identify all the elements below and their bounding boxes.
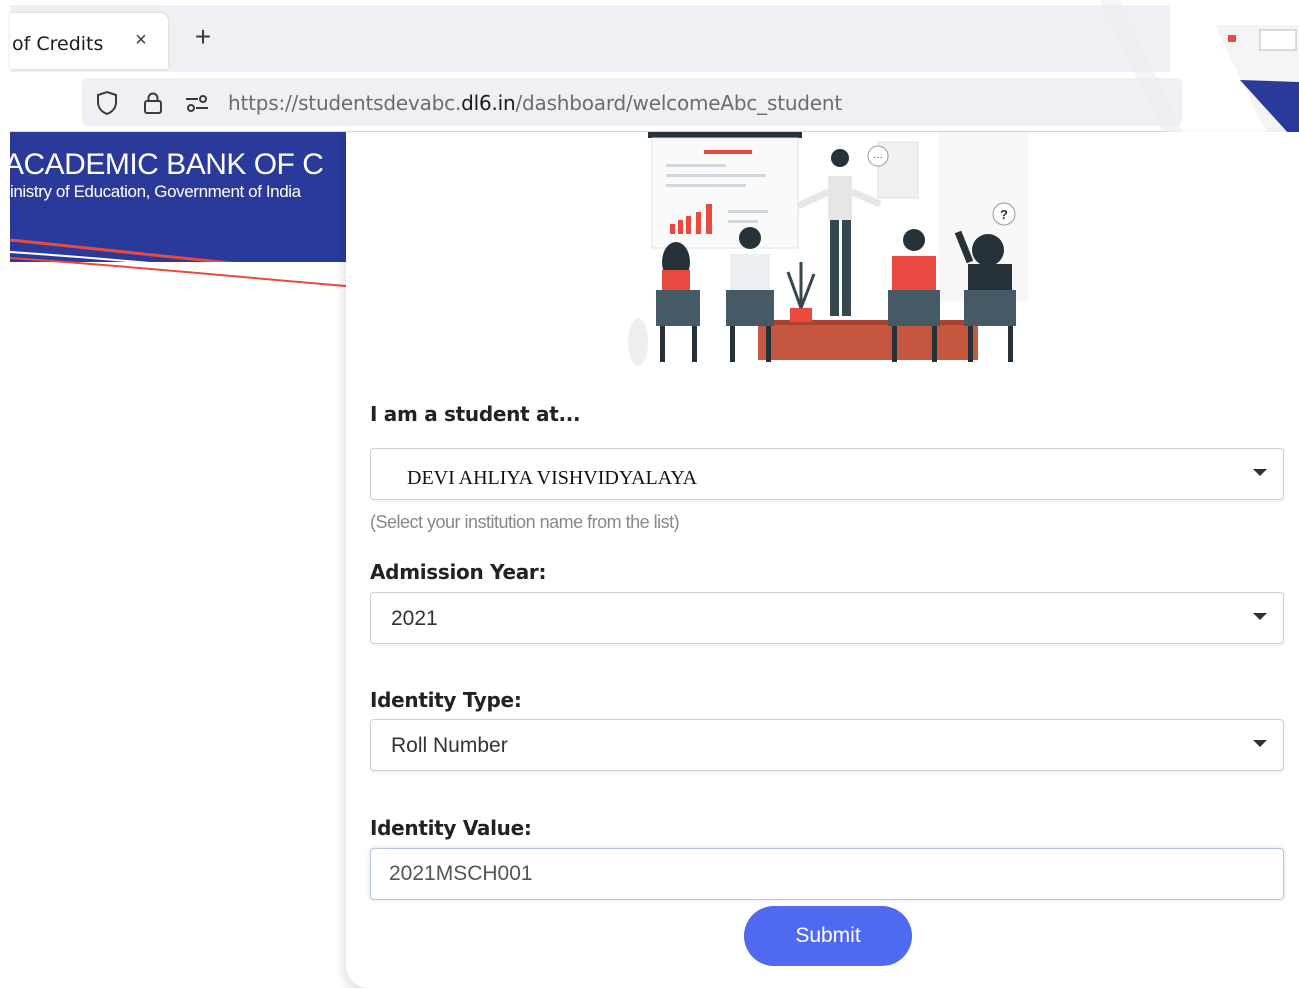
institution-hint: (Select your institution name from the l… [370, 512, 680, 532]
browser-nav-bar: https://studentsdevabc.dl6.in/dashboard/… [10, 72, 1182, 132]
url-text[interactable]: https://studentsdevabc.dl6.in/dashboard/… [228, 91, 842, 115]
browser-tab[interactable]: of Credits × [10, 13, 168, 69]
identity-value-label: Identity Value: [370, 816, 532, 840]
svg-text:···: ··· [873, 152, 883, 163]
browser-tab-bar: of Credits × + [10, 5, 1170, 72]
url-domain: dl6.in [461, 91, 516, 115]
new-tab-icon[interactable]: + [190, 23, 216, 51]
student-login-modal: ··· ? I am a student at... DEVI AHLIYA V… [346, 132, 1299, 988]
identity-type-label: Identity Type: [370, 688, 522, 712]
url-bar[interactable]: https://studentsdevabc.dl6.in/dashboard/… [82, 78, 1182, 126]
permissions-icon[interactable] [184, 90, 210, 116]
url-prefix: https://studentsdevabc. [228, 91, 462, 115]
dropdown-caret-icon [1253, 469, 1267, 476]
classroom-illustration: ··· ? [628, 132, 1028, 366]
admission-year-select[interactable]: 2021 [370, 592, 1284, 644]
admission-year-selected-value: 2021 [391, 607, 438, 630]
institution-selected-value: DEVI AHLIYA VISHVIDYALAYA [407, 467, 698, 489]
dropdown-caret-icon [1253, 613, 1267, 620]
shield-icon[interactable] [94, 90, 120, 116]
identity-type-select[interactable]: Roll Number [370, 719, 1284, 771]
institution-select[interactable]: DEVI AHLIYA VISHVIDYALAYA [370, 448, 1284, 500]
dropdown-caret-icon [1253, 740, 1267, 747]
banner-title: ACADEMIC BANK OF C [10, 148, 324, 181]
close-tab-icon[interactable]: × [130, 29, 152, 51]
submit-button[interactable]: Submit [744, 906, 912, 966]
lock-icon[interactable] [140, 90, 166, 116]
tab-title: of Credits [12, 33, 104, 55]
svg-text:?: ? [1000, 207, 1008, 222]
institution-label: I am a student at... [370, 402, 581, 426]
url-path: /dashboard/welcomeAbc_student [515, 91, 843, 115]
abc-banner: ACADEMIC BANK OF C inistry of Education,… [10, 132, 346, 290]
identity-type-selected-value: Roll Number [391, 734, 508, 757]
banner-subtitle: inistry of Education, Government of Indi… [10, 182, 301, 201]
identity-value-input[interactable] [370, 848, 1284, 900]
admission-year-label: Admission Year: [370, 560, 547, 584]
